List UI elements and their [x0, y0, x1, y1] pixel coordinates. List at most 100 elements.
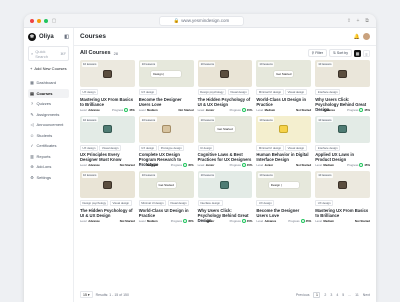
- course-title[interactable]: The Hidden Psychology of UI & UX Design: [80, 208, 135, 218]
- page-link[interactable]: 3: [330, 293, 332, 297]
- sidebar-item-dashboard[interactable]: ▦ Dashboard: [28, 78, 69, 87]
- next-button[interactable]: Next: [363, 293, 370, 297]
- course-tag[interactable]: UI design: [197, 144, 215, 151]
- course-thumbnail[interactable]: 10 lessons: [80, 60, 135, 87]
- course-card[interactable]: 10 lessons UX design Mastering UX From Bas…: [80, 60, 135, 112]
- course-title[interactable]: Become the Designer Users Love: [139, 97, 194, 107]
- course-thumbnail[interactable]: 10 lessons Get Started: [197, 115, 253, 143]
- course-tag[interactable]: UX design: [138, 144, 157, 151]
- course-thumbnail[interactable]: 10 lessons Design |: [138, 60, 194, 87]
- course-card[interactable]: 10 lessons Interface design Why Users Clic…: [315, 60, 370, 112]
- add-new-course-button[interactable]: + Add New Courses: [28, 64, 69, 73]
- course-card[interactable]: 10 lessons UX design Prototype design Compl…: [138, 115, 194, 167]
- course-tag[interactable]: Visual design: [109, 200, 132, 206]
- course-tag[interactable]: Visual design: [227, 89, 250, 95]
- sidebar-item-certificates[interactable]: ✓ Certificates: [28, 141, 69, 150]
- quick-search-input[interactable]: ⌕ Quick Search ⌘F: [28, 46, 69, 61]
- course-title[interactable]: Human Behavior in Digital Interface Desi…: [256, 152, 311, 162]
- address-bar[interactable]: 🔒 www.yesmindesign.com: [158, 15, 245, 26]
- sidebar-item-courses[interactable]: ▤ Courses: [28, 88, 69, 98]
- course-card[interactable]: 10 lessons Design | UX design Become the De…: [256, 171, 312, 223]
- per-page-select[interactable]: 15 ▾: [80, 291, 93, 298]
- new-tab-icon[interactable]: +: [355, 18, 361, 24]
- bell-icon[interactable]: 🔔: [354, 34, 360, 40]
- course-title[interactable]: Why Users Click: Psychology Behind Great…: [198, 208, 253, 223]
- course-thumbnail[interactable]: 10 lessons: [80, 171, 135, 198]
- sidebar-toggle-icon[interactable]: ▢: [51, 18, 57, 24]
- course-tag[interactable]: Visual design: [285, 144, 307, 151]
- course-tag[interactable]: Visual design: [285, 89, 307, 95]
- course-tag[interactable]: Interface design: [197, 200, 223, 206]
- course-card[interactable]: 10 lessons UX design Mastering UX From Bas…: [315, 171, 370, 223]
- maximize-dot[interactable]: [44, 18, 48, 23]
- page-link[interactable]: 5: [342, 293, 344, 297]
- sidebar-item-add-ons[interactable]: ⊕ Add-ons: [28, 162, 69, 171]
- course-thumbnail[interactable]: 10 lessons: [256, 115, 312, 143]
- course-tag[interactable]: UX design: [80, 144, 98, 151]
- sidebar-item-reports[interactable]: ▥ Reports: [28, 152, 69, 161]
- sidebar-item-announcement[interactable]: ◁ Announcement: [28, 120, 69, 129]
- page-link[interactable]: 2: [324, 293, 326, 297]
- course-tag[interactable]: Minimal UI design: [256, 89, 284, 95]
- tabs-icon[interactable]: ⧉: [364, 18, 370, 24]
- course-thumbnail[interactable]: 10 lessons Design |: [256, 171, 312, 198]
- course-card[interactable]: 10 lessons Get Started Minimal UI design Vi…: [138, 171, 194, 223]
- avatar[interactable]: [363, 33, 370, 40]
- course-title[interactable]: UX Principles Every Designer Must Know: [80, 152, 135, 162]
- grid-view-icon[interactable]: ▦: [354, 49, 361, 57]
- course-thumbnail[interactable]: 10 lessons: [197, 60, 253, 87]
- course-tag[interactable]: Design psychology: [197, 89, 227, 95]
- sidebar-item-students[interactable]: ☺ Students: [28, 131, 69, 140]
- course-tag[interactable]: Prototype design: [158, 144, 185, 151]
- close-dot[interactable]: [30, 18, 34, 23]
- course-thumbnail[interactable]: 10 lessons: [80, 115, 135, 143]
- course-tag[interactable]: UX design: [256, 200, 275, 206]
- course-title[interactable]: Mastering UX From Basics to Brilliance: [80, 97, 135, 107]
- course-title[interactable]: World-Class UI Design in Practice: [256, 97, 311, 107]
- course-title[interactable]: Complete UX Design Program Research to P…: [139, 152, 194, 167]
- sidebar-item-assignments[interactable]: ✎ Assignments: [28, 110, 69, 119]
- sidebar-item-quizzes[interactable]: ? Quizzes: [28, 99, 69, 108]
- course-title[interactable]: Applied UX Laws in Product Design: [315, 152, 370, 162]
- course-title[interactable]: World-Class UI Design in Practice: [139, 208, 194, 218]
- course-card[interactable]: 10 lessons Design | UX design Become the De…: [138, 60, 194, 112]
- course-thumbnail[interactable]: 10 lessons Get Started: [256, 60, 312, 87]
- course-card[interactable]: 10 lessons Get Started UI design Cognitive …: [197, 115, 253, 167]
- course-card[interactable]: 10 lessons Interface design Why Users Clic…: [197, 171, 253, 223]
- course-card[interactable]: 10 lessons Get Started Minimal UI design Vi…: [256, 60, 312, 112]
- course-tag[interactable]: Visual design: [167, 200, 190, 206]
- course-tag[interactable]: Visual design: [99, 144, 121, 151]
- course-title[interactable]: The Hidden Psychology of UI & UX Design: [198, 97, 253, 107]
- minimize-dot[interactable]: [37, 18, 41, 23]
- course-card[interactable]: 10 lessons Minimal UI design Visual design…: [256, 115, 312, 167]
- sidebar-item-settings[interactable]: ⚙ Settings: [28, 173, 69, 182]
- brand[interactable]: ✻ Oliya ◧: [28, 33, 69, 41]
- course-thumbnail[interactable]: 10 lessons Get Started: [138, 171, 194, 198]
- course-thumbnail[interactable]: 10 lessons: [197, 171, 253, 198]
- course-thumbnail[interactable]: 10 lessons: [138, 115, 194, 143]
- course-tag[interactable]: UX design: [80, 89, 98, 95]
- list-view-icon[interactable]: ≡: [363, 49, 370, 57]
- course-title[interactable]: Mastering UX From Basics to Brilliance: [315, 208, 370, 218]
- course-tag[interactable]: Design psychology: [80, 200, 109, 206]
- sort-button[interactable]: ⇅ Sort by: [329, 49, 352, 57]
- course-title[interactable]: Why Users Click: Psychology Behind Great…: [315, 97, 370, 112]
- course-tag[interactable]: UX design: [315, 200, 334, 206]
- share-icon[interactable]: ⇪: [346, 18, 352, 24]
- previous-button[interactable]: Previous: [296, 293, 310, 297]
- filter-button[interactable]: ⚲ Filter: [307, 49, 327, 57]
- course-card[interactable]: 10 lessons Interface design Applied UX Law…: [315, 115, 370, 167]
- course-tag[interactable]: Minimal UI design: [138, 200, 167, 206]
- course-title[interactable]: Cognitive Laws & Best Practices for UX D…: [198, 152, 253, 162]
- page-link[interactable]: 11: [355, 293, 359, 297]
- course-card[interactable]: 10 lessons Design psychology Visual design…: [197, 60, 253, 112]
- page-link[interactable]: 4: [336, 293, 338, 297]
- course-thumbnail[interactable]: 10 lessons: [315, 60, 370, 87]
- course-card[interactable]: 10 lessons UX design Visual design UX Princ…: [80, 115, 135, 167]
- course-thumbnail[interactable]: 10 lessons: [315, 115, 370, 143]
- course-card[interactable]: 10 lessons Design psychology Visual design…: [80, 171, 135, 223]
- collapse-sidebar-icon[interactable]: ◧: [64, 34, 69, 40]
- course-tag[interactable]: Minimal UI design: [256, 144, 284, 151]
- course-title[interactable]: Become the Designer Users Love: [256, 208, 311, 218]
- course-tag[interactable]: Interface design: [315, 89, 341, 95]
